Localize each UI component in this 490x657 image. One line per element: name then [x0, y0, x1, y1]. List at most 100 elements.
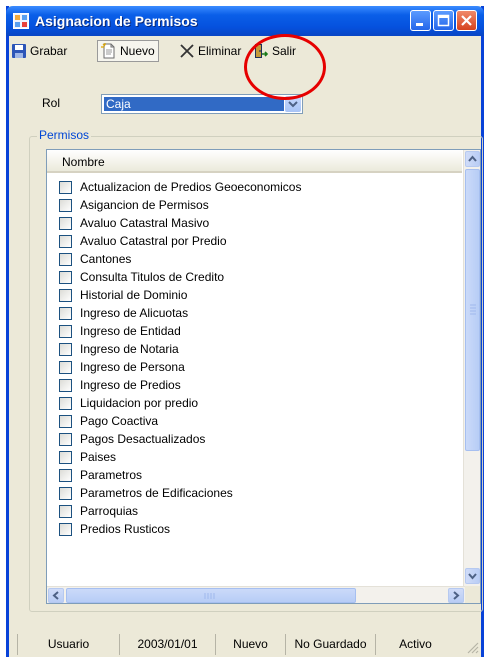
list-item-label: Ingreso de Predios [80, 378, 181, 392]
list-item-label: Parametros [80, 468, 143, 482]
minimize-button[interactable] [410, 10, 431, 31]
eliminar-label: Eliminar [198, 44, 242, 58]
checkbox[interactable] [59, 397, 72, 410]
checkbox[interactable] [59, 307, 72, 320]
delete-icon [180, 44, 194, 58]
vertical-scrollbar[interactable] [463, 150, 480, 586]
permisos-list[interactable]: Nombre Actualizacion de Predios Geoecono… [46, 149, 481, 604]
checkbox[interactable] [59, 379, 72, 392]
scroll-right-button[interactable] [448, 588, 464, 603]
window-title: Asignacion de Permisos [35, 13, 198, 29]
list-item[interactable]: Liquidacion por predio [47, 394, 462, 412]
grip-icon [470, 304, 476, 315]
status-usuario: Usuario [17, 634, 119, 655]
checkbox[interactable] [59, 271, 72, 284]
checkbox[interactable] [59, 433, 72, 446]
nuevo-label: Nuevo [120, 44, 155, 58]
list-item[interactable]: Asigancion de Permisos [47, 196, 462, 214]
checkbox[interactable] [59, 235, 72, 248]
list-item[interactable]: Ingreso de Notaria [47, 340, 462, 358]
maximize-button[interactable] [433, 10, 454, 31]
checkbox[interactable] [59, 361, 72, 374]
close-icon [461, 15, 472, 26]
title-bar[interactable]: Asignacion de Permisos [6, 6, 484, 36]
checkbox[interactable] [59, 523, 72, 536]
rol-selected-value: Caja [104, 97, 284, 111]
list-item[interactable]: Parametros de Edificaciones [47, 484, 462, 502]
list-item-label: Ingreso de Alicuotas [80, 306, 189, 320]
list-item[interactable]: Predios Rusticos [47, 520, 462, 538]
status-guardado: No Guardado [285, 634, 375, 655]
list-item[interactable]: Parametros [47, 466, 462, 484]
list-item[interactable]: Consulta Titulos de Credito [47, 268, 462, 286]
checkbox[interactable] [59, 217, 72, 230]
checkbox[interactable] [59, 505, 72, 518]
list-item-label: Avaluo Catastral Masivo [80, 216, 210, 230]
checkbox[interactable] [59, 487, 72, 500]
list-item-label: Avaluo Catastral por Predio [80, 234, 227, 248]
permissions-window: Asignacion de Permisos Grabar Nuevo Elim… [6, 6, 484, 657]
list-item[interactable]: Cantones [47, 250, 462, 268]
checkbox[interactable] [59, 451, 72, 464]
grip-icon [204, 593, 215, 599]
horizontal-scrollbar[interactable] [47, 586, 465, 603]
list-item-label: Historial de Dominio [80, 288, 188, 302]
nuevo-button[interactable]: Nuevo [97, 40, 159, 62]
highlight-circle [244, 34, 326, 100]
list-item[interactable]: Historial de Dominio [47, 286, 462, 304]
scroll-down-button[interactable] [465, 568, 480, 584]
checkbox[interactable] [59, 325, 72, 338]
status-modo: Nuevo [215, 634, 285, 655]
maximize-icon [437, 14, 450, 27]
close-button[interactable] [456, 10, 477, 31]
list-item-label: Liquidacion por predio [80, 396, 199, 410]
chevron-down-icon [468, 573, 477, 580]
grabar-label: Grabar [30, 44, 68, 58]
list-item[interactable]: Pago Coactiva [47, 412, 462, 430]
list-item[interactable]: Actualizacion de Predios Geoeconomicos [47, 178, 462, 196]
chevron-right-icon [453, 591, 460, 600]
scroll-up-button[interactable] [465, 151, 480, 167]
list-item[interactable]: Parroquias [47, 502, 462, 520]
list-item[interactable]: Ingreso de Entidad [47, 322, 462, 340]
list-item[interactable]: Avaluo Catastral Masivo [47, 214, 462, 232]
list-item-label: Ingreso de Notaria [80, 342, 179, 356]
scroll-left-button[interactable] [48, 588, 64, 603]
list-item-label: Consulta Titulos de Credito [80, 270, 225, 284]
list-item-label: Cantones [80, 252, 132, 266]
list-item[interactable]: Avaluo Catastral por Predio [47, 232, 462, 250]
list-item-label: Ingreso de Persona [80, 360, 185, 374]
list-item[interactable]: Ingreso de Persona [47, 358, 462, 376]
app-icon [13, 13, 29, 29]
checkbox[interactable] [59, 289, 72, 302]
checkbox[interactable] [59, 469, 72, 482]
column-header-nombre[interactable]: Nombre [47, 150, 462, 173]
eliminar-button[interactable]: Eliminar [179, 40, 241, 62]
list-item-label: Ingreso de Entidad [80, 324, 181, 338]
list-item[interactable]: Pagos Desactualizados [47, 430, 462, 448]
status-estado: Activo [375, 634, 455, 655]
horizontal-scroll-thumb[interactable] [66, 588, 356, 603]
permisos-rows: Actualizacion de Predios Geoeconomicos A… [47, 173, 462, 585]
new-document-icon [101, 43, 115, 59]
grabar-button[interactable]: Grabar [11, 40, 67, 62]
vertical-scroll-thumb[interactable] [465, 169, 480, 451]
list-item[interactable]: Ingreso de Alicuotas [47, 304, 462, 322]
checkbox[interactable] [59, 343, 72, 356]
list-item[interactable]: Ingreso de Predios [47, 376, 462, 394]
checkbox[interactable] [59, 253, 72, 266]
checkbox[interactable] [59, 181, 72, 194]
list-item-label: Paises [80, 450, 117, 464]
status-fecha: 2003/01/01 [119, 634, 215, 655]
chevron-up-icon [468, 155, 477, 162]
scroll-corner [465, 586, 480, 603]
list-item-label: Asigancion de Permisos [80, 198, 209, 212]
column-header-label: Nombre [62, 155, 105, 169]
minimize-icon [416, 23, 423, 26]
list-item-label: Predios Rusticos [80, 522, 171, 536]
chevron-left-icon [52, 591, 59, 600]
checkbox[interactable] [59, 415, 72, 428]
list-item[interactable]: Paises [47, 448, 462, 466]
checkbox[interactable] [59, 199, 72, 212]
resize-grip-icon[interactable] [465, 640, 479, 654]
